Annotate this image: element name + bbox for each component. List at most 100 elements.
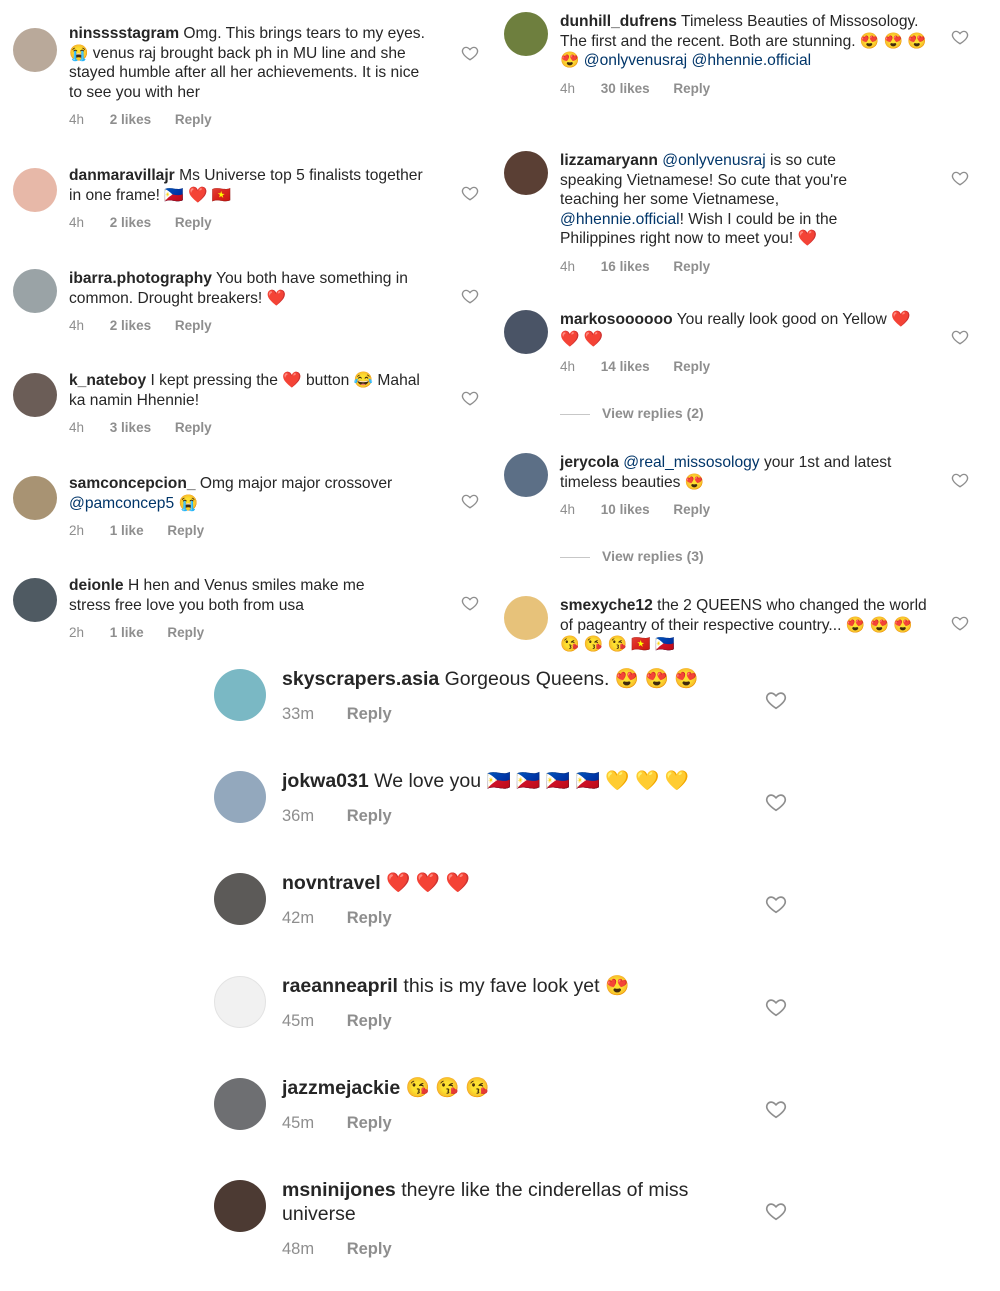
comment-username[interactable]: ninsssstagram — [69, 25, 179, 42]
avatar[interactable] — [214, 1180, 266, 1232]
avatar[interactable] — [13, 578, 57, 622]
comment-likes[interactable]: 2 likes — [110, 112, 151, 127]
reply-button[interactable]: Reply — [167, 523, 204, 538]
avatar[interactable] — [504, 453, 548, 497]
reply-button[interactable]: Reply — [347, 1240, 392, 1259]
comment-mention[interactable]: @real_missosology — [623, 454, 759, 471]
comment-text: ❤️ ❤️ ❤️ — [386, 872, 470, 894]
reply-button[interactable]: Reply — [673, 359, 710, 374]
comment-username[interactable]: jerycola — [560, 454, 619, 471]
comment-username[interactable]: novntravel — [282, 872, 381, 894]
avatar[interactable] — [13, 168, 57, 212]
heart-outline-icon[interactable] — [765, 791, 787, 813]
avatar[interactable] — [504, 151, 548, 195]
comment-likes[interactable]: 2 likes — [110, 318, 151, 333]
heart-outline-icon[interactable] — [461, 287, 479, 305]
divider-line — [560, 413, 590, 415]
heart-outline-icon[interactable] — [765, 996, 787, 1018]
comment-text: 😘 😘 😘 — [405, 1077, 490, 1099]
reply-button[interactable]: Reply — [673, 81, 710, 96]
avatar[interactable] — [13, 28, 57, 72]
heart-outline-icon[interactable] — [765, 893, 787, 915]
reply-button[interactable]: Reply — [347, 909, 392, 928]
comment-likes[interactable]: 3 likes — [110, 420, 151, 435]
avatar[interactable] — [504, 12, 548, 56]
comment-likes[interactable]: 1 like — [110, 523, 144, 538]
reply-button[interactable]: Reply — [175, 318, 212, 333]
reply-button[interactable]: Reply — [347, 1012, 392, 1031]
heart-outline-icon[interactable] — [765, 689, 787, 711]
comment-username[interactable]: skyscrapers.asia — [282, 668, 439, 690]
avatar[interactable] — [214, 976, 266, 1028]
avatar[interactable] — [214, 771, 266, 823]
reply-button[interactable]: Reply — [175, 215, 212, 230]
comment-likes[interactable]: 30 likes — [601, 81, 650, 96]
avatar[interactable] — [13, 269, 57, 313]
bottom-comments-panel: skyscrapers.asia Gorgeous Queens. 😍 😍 😍 … — [200, 655, 820, 1291]
comment-username[interactable]: jazzmejackie — [282, 1077, 400, 1099]
comment-username[interactable]: dunhill_dufrens — [560, 13, 677, 30]
comment-likes[interactable]: 16 likes — [601, 259, 650, 274]
view-replies-label[interactable]: View replies (3) — [602, 548, 704, 564]
comment-username[interactable]: lizzamaryann — [560, 152, 658, 169]
comment-likes[interactable]: 14 likes — [601, 359, 650, 374]
heart-outline-icon[interactable] — [951, 169, 969, 187]
heart-outline-icon[interactable] — [951, 28, 969, 46]
reply-button[interactable]: Reply — [175, 112, 212, 127]
reply-button[interactable]: Reply — [347, 705, 392, 724]
comment-time: 48m — [282, 1240, 315, 1258]
heart-outline-icon[interactable] — [951, 471, 969, 489]
heart-outline-icon[interactable] — [461, 492, 479, 510]
comment-likes[interactable]: 1 like — [110, 625, 144, 640]
comment-time: 45m — [282, 1012, 315, 1030]
comment-username[interactable]: raeanneapril — [282, 975, 398, 997]
comment-time: 42m — [282, 909, 315, 927]
divider-line — [560, 556, 590, 558]
comment-username[interactable]: ibarra.photography — [69, 270, 212, 287]
avatar[interactable] — [214, 873, 266, 925]
reply-button[interactable]: Reply — [175, 420, 212, 435]
reply-button[interactable]: Reply — [347, 1114, 392, 1133]
heart-outline-icon[interactable] — [461, 594, 479, 612]
comment-username[interactable]: k_nateboy — [69, 372, 146, 389]
view-replies-button[interactable]: View replies (3) — [560, 548, 704, 564]
comment-username[interactable]: smexyche12 — [560, 597, 653, 614]
comment-mention[interactable]: @onlyvenusraj — [662, 152, 765, 169]
reply-button[interactable]: Reply — [347, 807, 392, 826]
comment-username[interactable]: msninijones — [282, 1179, 396, 1201]
heart-outline-icon[interactable] — [951, 614, 969, 632]
comment-mention[interactable]: @pamconcep5 — [69, 495, 174, 512]
avatar[interactable] — [504, 596, 548, 640]
avatar[interactable] — [13, 373, 57, 417]
comment-username[interactable]: jokwa031 — [282, 770, 369, 792]
comment-username[interactable]: danmaravillajr — [69, 167, 175, 184]
avatar[interactable] — [504, 310, 548, 354]
comment-text: We love you 🇵🇭 🇵🇭 🇵🇭 🇵🇭 💛 💛 💛 — [374, 770, 689, 792]
comment-time: 4h — [560, 502, 576, 517]
avatar[interactable] — [13, 476, 57, 520]
heart-outline-icon[interactable] — [461, 389, 479, 407]
comment-mention[interactable]: @onlyvenusraj — [584, 52, 687, 69]
comment-likes[interactable]: 10 likes — [601, 502, 650, 517]
comment-username[interactable]: samconcepcion_ — [69, 475, 196, 492]
reply-button[interactable]: Reply — [167, 625, 204, 640]
comment-mention[interactable]: @hhennie.official — [560, 211, 680, 228]
avatar[interactable] — [214, 669, 266, 721]
heart-outline-icon[interactable] — [461, 184, 479, 202]
avatar[interactable] — [214, 1078, 266, 1130]
comment-time: 4h — [69, 318, 85, 333]
comment-time: 4h — [69, 215, 85, 230]
heart-outline-icon[interactable] — [951, 328, 969, 346]
comment-time: 4h — [560, 258, 576, 274]
heart-outline-icon[interactable] — [461, 44, 479, 62]
comment-username[interactable]: markosoooooo — [560, 311, 673, 328]
comment-mention[interactable]: @hhennie.official — [692, 52, 812, 69]
comment-likes[interactable]: 2 likes — [110, 215, 151, 230]
view-replies-button[interactable]: View replies (2) — [560, 405, 704, 421]
heart-outline-icon[interactable] — [765, 1200, 787, 1222]
view-replies-label[interactable]: View replies (2) — [602, 405, 704, 421]
reply-button[interactable]: Reply — [673, 259, 710, 274]
reply-button[interactable]: Reply — [673, 502, 710, 517]
heart-outline-icon[interactable] — [765, 1098, 787, 1120]
comment-username[interactable]: deionle — [69, 577, 124, 594]
